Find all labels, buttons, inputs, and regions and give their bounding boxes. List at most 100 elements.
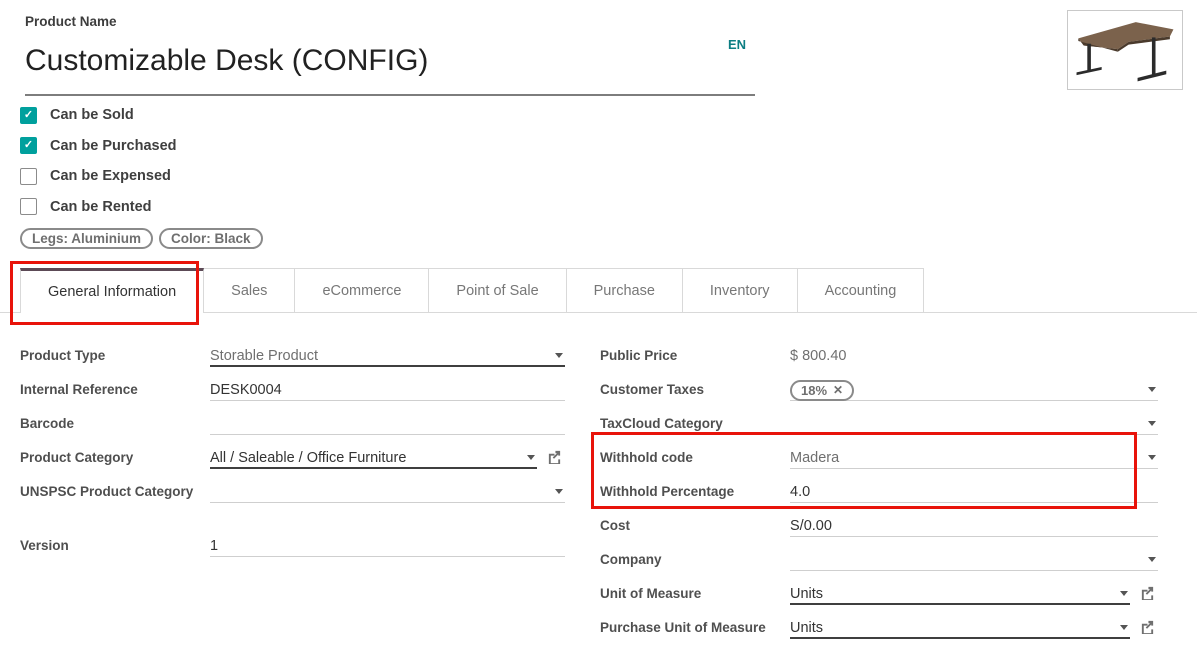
field-unit-of-measure: Unit of Measure Units [600, 578, 1158, 612]
variant-tag-color[interactable]: Color: Black [159, 228, 263, 249]
chevron-down-icon[interactable] [1148, 421, 1156, 426]
field-label: UNSPSC Product Category [20, 476, 210, 530]
chevron-down-icon[interactable] [1148, 557, 1156, 562]
field-product-type: Product Type Storable Product [20, 340, 565, 374]
field-taxcloud-category: TaxCloud Category [600, 408, 1158, 442]
field-label: Purchase Unit of Measure [600, 612, 790, 666]
checkbox-label: Can be Expensed [50, 168, 171, 184]
field-value: All / Saleable / Office Furniture [210, 450, 406, 466]
field-value: S/0.00 [790, 518, 832, 534]
form-left-column: Product Type Storable Product Internal R… [20, 340, 565, 564]
field-label: Product Type [20, 340, 210, 374]
language-badge[interactable]: EN [728, 37, 746, 52]
field-label: Unit of Measure [600, 578, 790, 612]
variant-tag-legs[interactable]: Legs: Aluminium [20, 228, 153, 249]
field-label: Cost [600, 510, 790, 544]
field-public-price: Public Price $ 800.40 [600, 340, 1158, 374]
tax-tag-label: 18% [801, 382, 827, 399]
purchase-unit-of-measure-select[interactable]: Units [790, 612, 1130, 639]
checkbox-can-be-rented[interactable]: ✓ Can be Rented [20, 192, 177, 223]
desk-image [1072, 15, 1178, 85]
field-label: Withhold Percentage [600, 476, 790, 510]
tab-inventory[interactable]: Inventory [682, 268, 798, 312]
remove-tax-icon[interactable]: ✕ [833, 382, 843, 399]
checkbox-can-be-sold[interactable]: ✓ Can be Sold [20, 100, 177, 131]
field-label: Withhold code [600, 442, 790, 476]
check-icon: ✓ [24, 110, 33, 121]
field-value: DESK0004 [210, 382, 282, 398]
field-barcode: Barcode [20, 408, 565, 442]
field-value: Units [790, 620, 823, 636]
product-type-select[interactable]: Storable Product [210, 340, 565, 367]
field-label: Company [600, 544, 790, 578]
field-value: 4.0 [790, 484, 810, 500]
checkbox-unchecked-icon[interactable]: ✓ [20, 168, 37, 185]
unit-of-measure-select[interactable]: Units [790, 578, 1130, 605]
field-value: 1 [210, 538, 218, 554]
tab-point-of-sale[interactable]: Point of Sale [428, 268, 566, 312]
tab-purchase[interactable]: Purchase [566, 268, 683, 312]
external-link-icon[interactable] [1140, 612, 1158, 634]
field-version: Version 1 [20, 530, 565, 564]
product-title-input[interactable]: Customizable Desk (CONFIG) [25, 44, 428, 78]
withhold-code-select[interactable]: Madera [790, 442, 1158, 469]
field-value: $ 800.40 [790, 348, 846, 364]
chevron-down-icon[interactable] [1148, 387, 1156, 392]
field-label: Public Price [600, 340, 790, 374]
withhold-percentage-input[interactable]: 4.0 [790, 476, 1158, 503]
field-value: Madera [790, 450, 839, 466]
chevron-down-icon[interactable] [1120, 591, 1128, 596]
chevron-down-icon[interactable] [1148, 455, 1156, 460]
variant-tags: Legs: Aluminium Color: Black [20, 228, 263, 249]
tab-sales[interactable]: Sales [203, 268, 295, 312]
checkbox-label: Can be Rented [50, 199, 152, 215]
product-flags: ✓ Can be Sold ✓ Can be Purchased ✓ Can b… [20, 100, 177, 222]
checkbox-can-be-expensed[interactable]: ✓ Can be Expensed [20, 161, 177, 192]
company-select[interactable] [790, 544, 1158, 571]
field-company: Company [600, 544, 1158, 578]
checkbox-checked-icon[interactable]: ✓ [20, 107, 37, 124]
chevron-down-icon[interactable] [555, 353, 563, 358]
field-label: Customer Taxes [600, 374, 790, 408]
tab-bar: General Information Sales eCommerce Poin… [0, 268, 1197, 313]
tab-accounting[interactable]: Accounting [797, 268, 925, 312]
field-label: Barcode [20, 408, 210, 442]
field-unspsc-category: UNSPSC Product Category [20, 476, 565, 530]
check-icon: ✓ [24, 140, 33, 151]
field-internal-reference: Internal Reference DESK0004 [20, 374, 565, 408]
tab-general-information[interactable]: General Information [20, 268, 204, 312]
field-value: Units [790, 586, 823, 602]
field-label: Internal Reference [20, 374, 210, 408]
field-label: Version [20, 530, 210, 564]
chevron-down-icon[interactable] [1120, 625, 1128, 630]
checkbox-can-be-purchased[interactable]: ✓ Can be Purchased [20, 131, 177, 162]
version-input[interactable]: 1 [210, 530, 565, 557]
cost-input[interactable]: S/0.00 [790, 510, 1158, 537]
public-price-value: $ 800.40 [790, 340, 1158, 367]
chevron-down-icon[interactable] [527, 455, 535, 460]
field-value: Storable Product [210, 348, 318, 364]
product-name-label: Product Name [25, 14, 117, 29]
internal-reference-input[interactable]: DESK0004 [210, 374, 565, 401]
customer-taxes-select[interactable]: 18% ✕ [790, 374, 1158, 401]
field-label: TaxCloud Category [600, 408, 790, 442]
unspsc-category-select[interactable] [210, 476, 565, 503]
chevron-down-icon[interactable] [555, 489, 563, 494]
barcode-input[interactable] [210, 408, 565, 435]
tab-ecommerce[interactable]: eCommerce [294, 268, 429, 312]
external-link-icon[interactable] [1140, 578, 1158, 600]
checkbox-label: Can be Sold [50, 107, 134, 123]
product-image[interactable] [1067, 10, 1183, 90]
field-purchase-unit-of-measure: Purchase Unit of Measure Units [600, 612, 1158, 666]
checkbox-unchecked-icon[interactable]: ✓ [20, 198, 37, 215]
taxcloud-category-select[interactable] [790, 408, 1158, 435]
product-category-select[interactable]: All / Saleable / Office Furniture [210, 442, 537, 469]
tax-tag[interactable]: 18% ✕ [790, 380, 854, 401]
external-link-icon[interactable] [547, 442, 565, 464]
checkbox-checked-icon[interactable]: ✓ [20, 137, 37, 154]
checkbox-label: Can be Purchased [50, 138, 177, 154]
field-withhold-code: Withhold code Madera [600, 442, 1158, 476]
field-label: Product Category [20, 442, 210, 476]
product-form-page: Product Name Customizable Desk (CONFIG) … [0, 0, 1197, 666]
form-right-column: Public Price $ 800.40 Customer Taxes 18%… [600, 340, 1158, 666]
